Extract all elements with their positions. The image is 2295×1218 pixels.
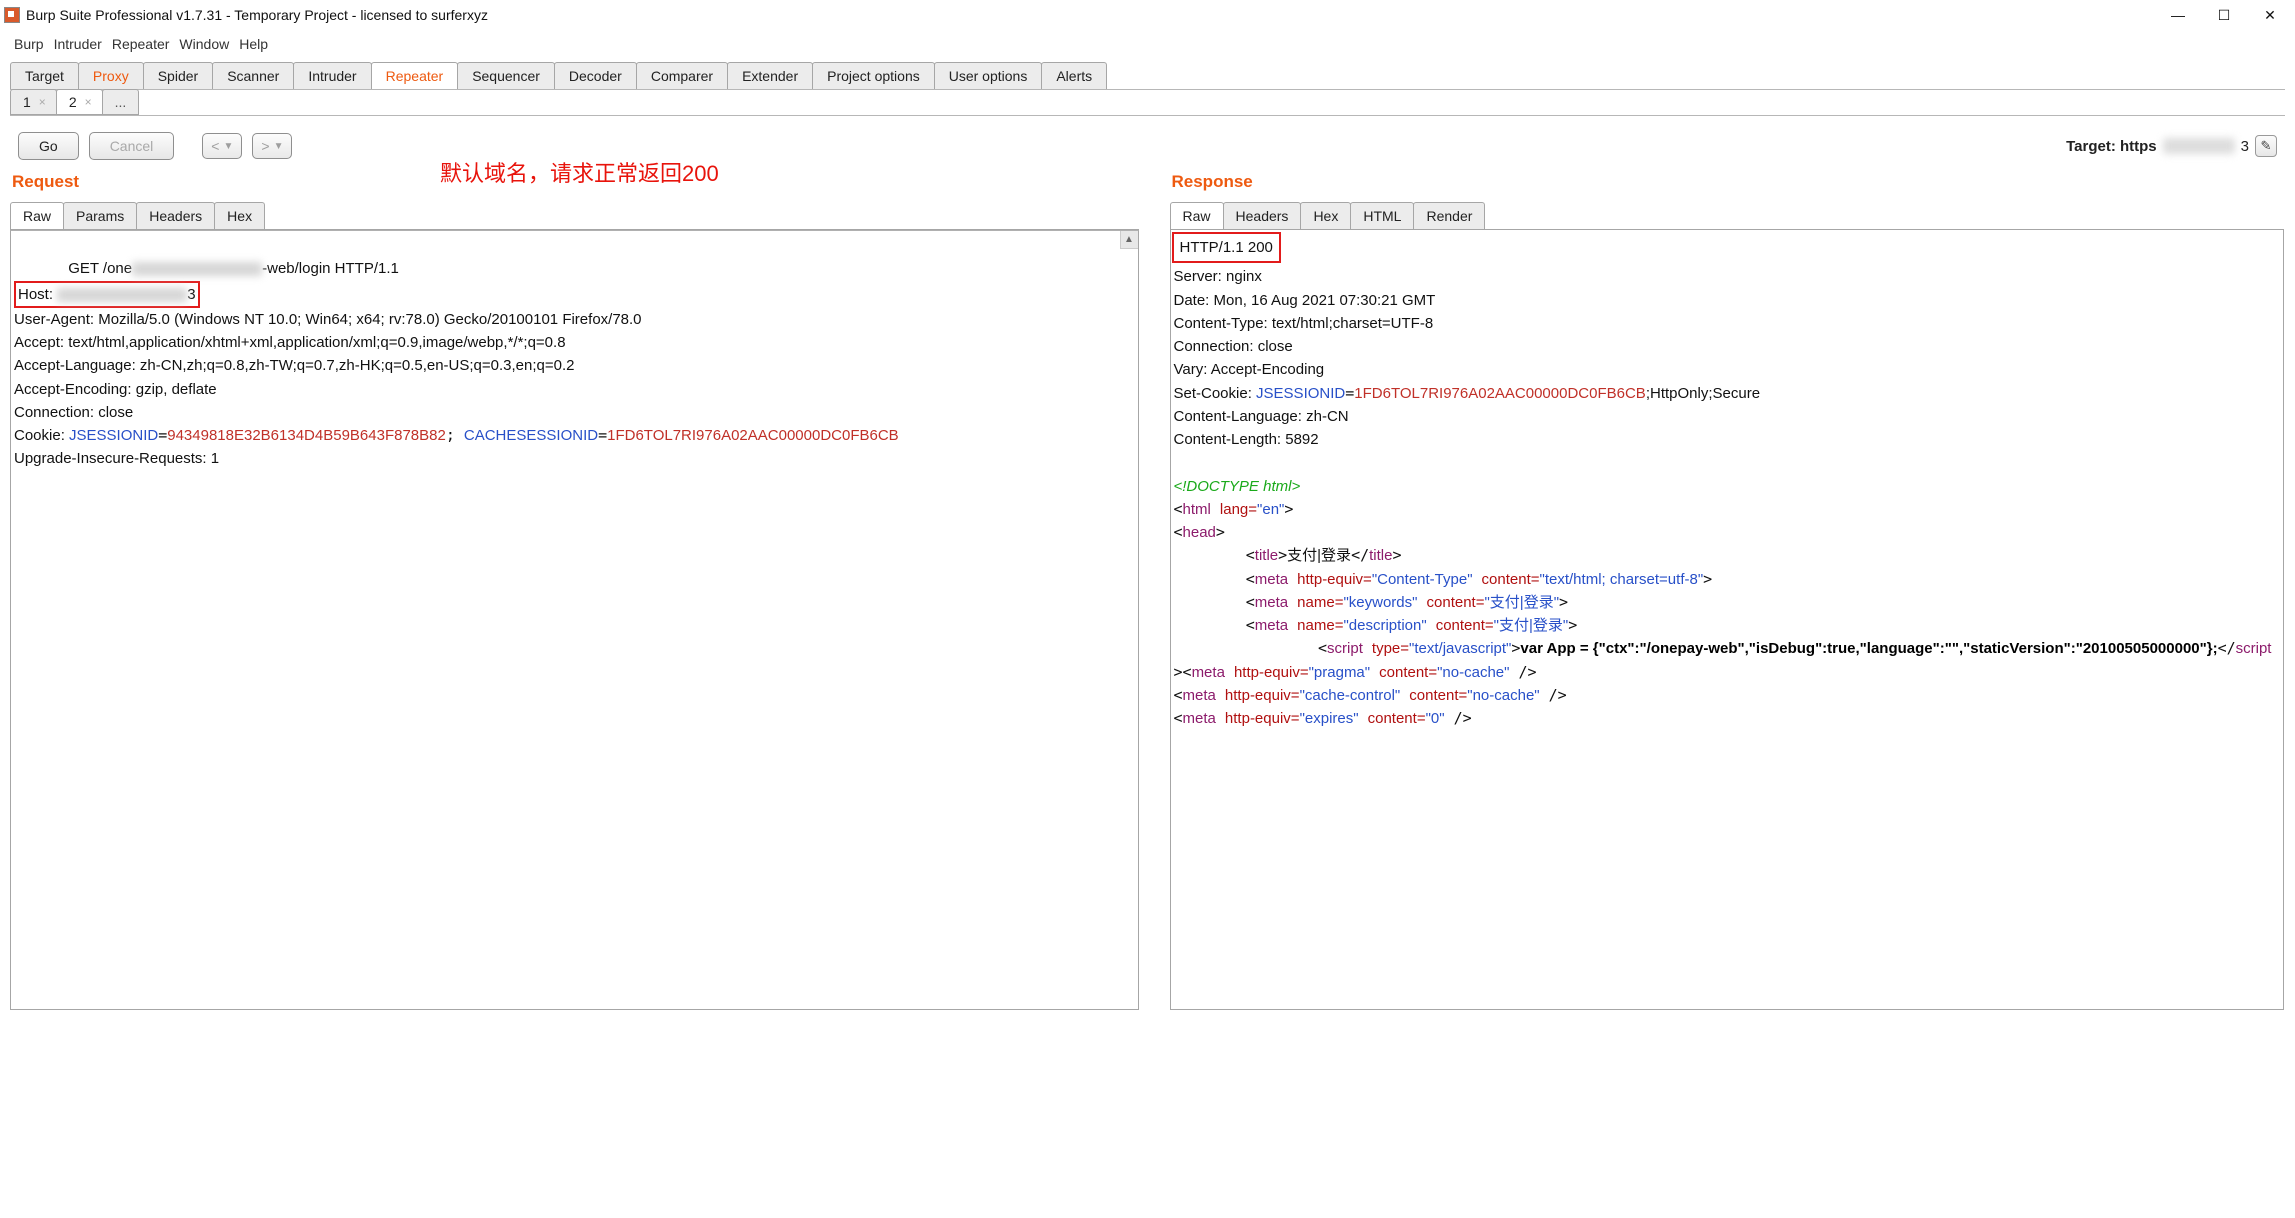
request-tab-raw[interactable]: Raw [10,202,64,229]
response-tab-html[interactable]: HTML [1350,202,1414,229]
app-icon [4,7,20,23]
tab-proxy[interactable]: Proxy [78,62,144,89]
tab-spider[interactable]: Spider [143,62,213,89]
close-button[interactable]: ✕ [2261,6,2279,24]
target-host-redacted [2163,138,2235,154]
request-tab-headers[interactable]: Headers [136,202,215,229]
request-editor[interactable]: ▲GET /one-web/login HTTP/1.1 Host: 3 Use… [10,230,1139,1010]
menu-repeater[interactable]: Repeater [108,34,174,54]
tab-repeater[interactable]: Repeater [371,62,459,89]
request-tabs: Raw Params Headers Hex [10,202,1139,230]
menu-burp[interactable]: Burp [10,34,48,54]
minimize-button[interactable]: — [2169,6,2187,24]
menu-bar: Burp Intruder Repeater Window Help [0,30,2295,62]
target-display: Target: https 3 ✎ [2066,135,2277,157]
tab-user-options[interactable]: User options [934,62,1043,89]
tab-alerts[interactable]: Alerts [1041,62,1107,89]
edit-target-button[interactable]: ✎ [2255,135,2277,157]
menu-help[interactable]: Help [235,34,272,54]
go-button[interactable]: Go [18,132,79,160]
response-tab-raw[interactable]: Raw [1170,202,1224,229]
repeater-tab-add[interactable]: ... [102,89,140,115]
target-suffix: 3 [2241,138,2249,155]
target-label: Target: https [2066,138,2157,155]
request-tab-params[interactable]: Params [63,202,137,229]
tab-extender[interactable]: Extender [727,62,813,89]
close-icon[interactable]: × [85,95,92,109]
response-tab-render[interactable]: Render [1413,202,1485,229]
request-tab-hex[interactable]: Hex [214,202,265,229]
repeater-tab-2[interactable]: 2× [56,89,103,115]
main-tab-bar: Target Proxy Spider Scanner Intruder Rep… [10,62,2285,90]
response-tab-hex[interactable]: Hex [1300,202,1351,229]
response-title: Response [1170,166,2285,202]
close-icon[interactable]: × [39,95,46,109]
history-back-button[interactable]: <▼ [202,133,242,159]
repeater-tab-bar: 1× 2× ... [10,89,2285,116]
tab-target[interactable]: Target [10,62,79,89]
window-title: Burp Suite Professional v1.7.31 - Tempor… [26,7,488,23]
annotation-text: 默认域名，请求正常返回200 [440,156,719,188]
history-forward-button[interactable]: >▼ [252,133,292,159]
request-pane: Request Raw Params Headers Hex ▲GET /one… [10,166,1148,1096]
response-editor[interactable]: HTTP/1.1 200 Server: nginx Date: Mon, 16… [1170,230,2285,1010]
scroll-up-icon[interactable]: ▲ [1120,231,1138,249]
maximize-button[interactable]: ☐ [2215,6,2233,24]
response-pane: Response Raw Headers Hex HTML Render HTT… [1148,166,2286,1096]
title-bar: Burp Suite Professional v1.7.31 - Tempor… [0,0,2295,30]
repeater-toolbar: Go Cancel <▼ >▼ Target: https 3 ✎ 默认域名，请… [0,116,2295,166]
tab-scanner[interactable]: Scanner [212,62,294,89]
tab-decoder[interactable]: Decoder [554,62,637,89]
menu-window[interactable]: Window [175,34,233,54]
tab-project-options[interactable]: Project options [812,62,935,89]
repeater-tab-1[interactable]: 1× [10,89,57,115]
menu-intruder[interactable]: Intruder [50,34,106,54]
response-tab-headers[interactable]: Headers [1223,202,1302,229]
cancel-button[interactable]: Cancel [89,132,175,160]
tab-comparer[interactable]: Comparer [636,62,728,89]
tab-sequencer[interactable]: Sequencer [457,62,555,89]
tab-intruder[interactable]: Intruder [293,62,371,89]
response-tabs: Raw Headers Hex HTML Render [1170,202,2285,230]
